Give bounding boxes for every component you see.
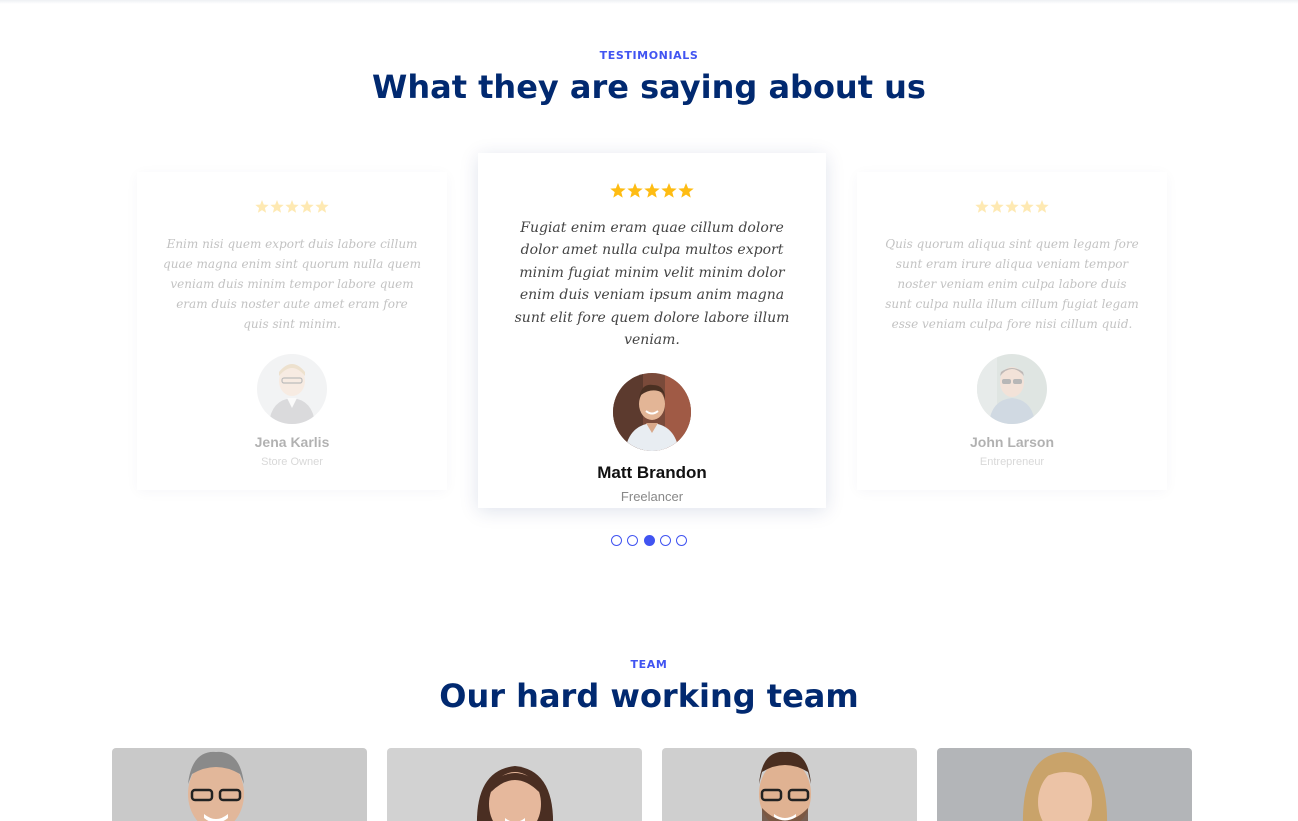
team-member-photo-1[interactable] [112, 748, 367, 821]
carousel-pagination [0, 535, 1298, 546]
testimonial-card-john-larson[interactable]: Quis quorum aliqua sint quem legam fore … [857, 172, 1167, 490]
team-member-photo-3[interactable] [662, 748, 917, 821]
team-label: TEAM [630, 658, 668, 671]
testimonials-title: What they are saying about us [372, 68, 926, 106]
testimonial-role: Entrepreneur [979, 456, 1045, 468]
testimonial-quote: Quis quorum aliqua sint quem legam fore … [885, 237, 1139, 331]
five-stars-icon [255, 200, 329, 213]
team-photo-man-glasses [112, 748, 367, 821]
pagination-dot-1[interactable] [610, 535, 622, 546]
header-shadow [0, 0, 1298, 4]
testimonials-label: TESTIMONIALS [599, 49, 699, 62]
avatar-matt-brandon [613, 373, 691, 452]
pagination-dot-2[interactable] [627, 535, 639, 546]
testimonial-card-jena-karlis[interactable]: Enim nisi quem export duis labore cillum… [137, 172, 447, 490]
team-photo-woman-blonde [937, 748, 1192, 821]
team-member-photo-4[interactable] [937, 748, 1192, 821]
testimonial-name: Jena Karlis [254, 434, 330, 450]
team-title: Our hard working team [439, 677, 859, 715]
pagination-dot-5[interactable] [676, 535, 688, 546]
five-stars-icon [610, 183, 694, 198]
testimonial-quote: Enim nisi quem export duis labore cillum… [163, 237, 421, 331]
team-member-photo-2[interactable] [387, 748, 642, 821]
testimonial-role: Freelancer [620, 489, 684, 505]
avatar-john-larson [977, 354, 1047, 424]
team-photo-man-beard [662, 748, 917, 821]
testimonial-name: Matt Brandon [597, 463, 707, 483]
pagination-dot-3[interactable] [643, 535, 655, 546]
testimonial-card-matt-brandon[interactable]: Fugiat enim eram quae cillum dolore dolo… [478, 153, 826, 508]
testimonial-quote: Fugiat enim eram quae cillum dolore dolo… [514, 220, 790, 349]
testimonial-name: John Larson [969, 434, 1054, 450]
pagination-dot-4[interactable] [659, 535, 671, 546]
avatar-jena-karlis [257, 354, 327, 424]
five-stars-icon [975, 200, 1049, 213]
testimonial-role: Store Owner [261, 456, 323, 468]
team-photo-woman-brunette [387, 748, 642, 821]
